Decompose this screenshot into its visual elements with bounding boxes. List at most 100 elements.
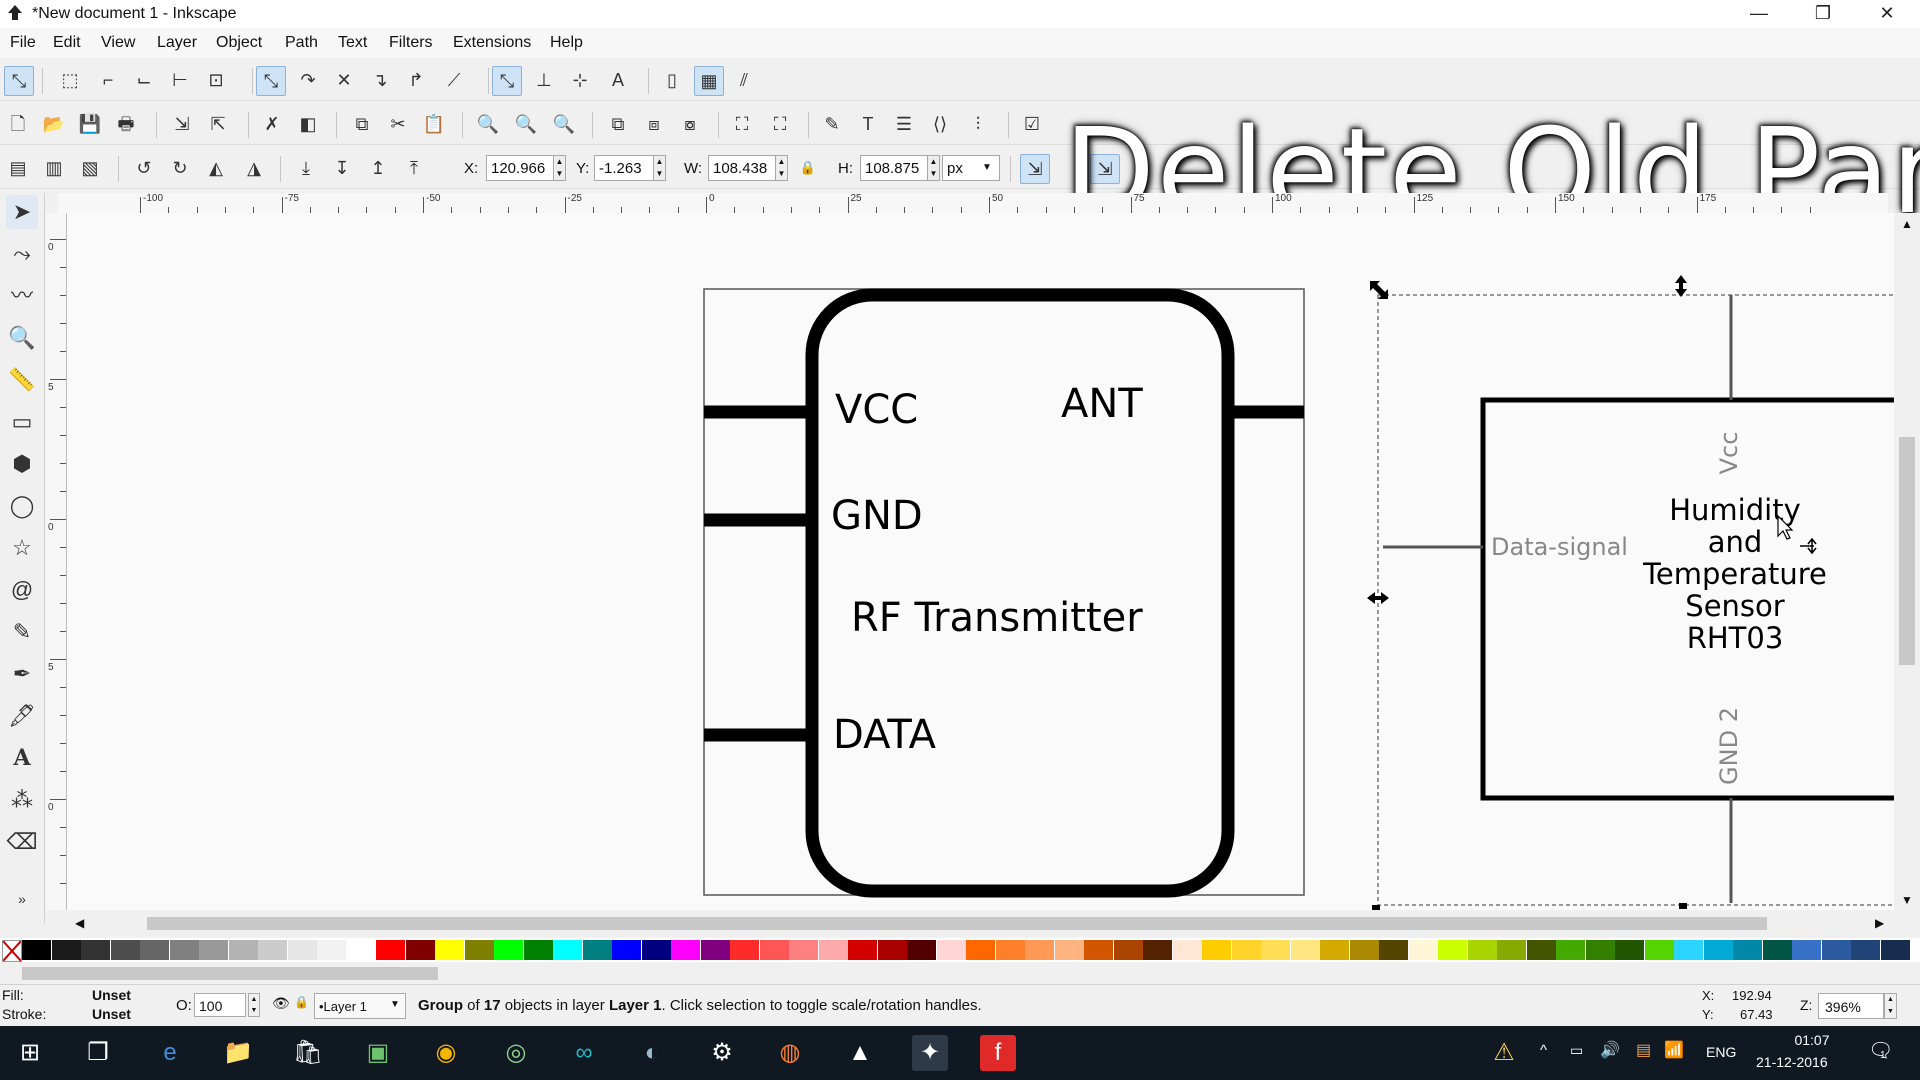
clock-time[interactable]: 01:07 [1782,1032,1842,1048]
color-swatch[interactable] [936,940,966,960]
star-tool-icon[interactable]: ☆ [6,531,38,565]
snap-text-baseline-icon[interactable]: A [604,66,632,94]
pen-tool-icon[interactable]: ✒ [6,657,38,691]
firefox-icon[interactable]: ◍ [772,1035,808,1071]
menu-filters[interactable]: Filters [389,34,433,52]
volume-icon[interactable]: 🔊 [1600,1040,1620,1060]
text-font-icon[interactable]: T [854,110,882,138]
lock-icon[interactable]: 🔒 [294,995,309,1009]
settings-icon[interactable]: ⚙ [704,1035,740,1071]
y-stepper[interactable]: ▲ ▼ [653,155,666,181]
arduino-icon[interactable]: ∞ [566,1035,602,1071]
select-all-layers-icon[interactable]: ▥ [40,154,68,182]
color-swatch[interactable] [759,940,789,960]
color-swatch[interactable] [1054,940,1084,960]
color-swatch[interactable] [1320,940,1349,960]
color-swatch[interactable] [1644,940,1674,960]
horizontal-scroll-thumb[interactable] [147,917,1767,930]
color-swatch[interactable] [1290,940,1320,960]
x-input[interactable]: 120.966 [486,155,554,181]
color-swatch[interactable] [1231,940,1261,960]
select-tool-icon[interactable]: ➤ [6,195,38,229]
text-tool-icon[interactable]: A [6,741,38,775]
zoom-input[interactable]: 396% [1818,993,1884,1019]
scroll-right-icon[interactable]: ▶ [1875,916,1884,930]
color-swatch[interactable] [1880,940,1910,960]
color-swatch[interactable] [1497,940,1526,960]
color-swatch[interactable] [1143,940,1172,960]
vertical-scrollbar[interactable]: ▲ ▼ [1894,213,1920,910]
snap-others-icon[interactable]: ⤡ [492,66,522,96]
color-swatch[interactable] [1851,940,1880,960]
show-hidden-icons-icon[interactable]: ^ [1540,1042,1547,1059]
scale-handle-icon[interactable] [1679,903,1687,909]
color-swatch[interactable] [464,940,494,960]
measure-tool-icon[interactable]: 📏 [6,363,38,397]
color-swatch[interactable] [405,940,435,960]
zoom-tool-icon[interactable]: 🔍 [6,321,38,355]
fill-value[interactable]: Unset [92,987,131,1003]
vertical-scroll-thumb[interactable] [1899,437,1915,665]
snap-bbox-corners-icon[interactable]: ⌙ [130,66,158,94]
color-swatch[interactable] [818,940,848,960]
color-swatch[interactable] [1084,940,1113,960]
h-input[interactable]: 108.875 [860,155,928,181]
color-swatch[interactable] [1202,940,1231,960]
scale-handle-icon[interactable] [1370,281,1388,299]
snap-nodes-icon[interactable]: ⤡ [256,66,286,96]
export-icon[interactable]: ⇱ [204,110,232,138]
paste-icon[interactable]: 📋 [420,110,448,138]
clone-icon[interactable]: ⧈ [640,110,668,138]
calligraphy-tool-icon[interactable]: 🖋 [6,699,38,733]
new-document-icon[interactable]: 🗋 [4,110,32,138]
duplicate-icon[interactable]: ⧉ [604,110,632,138]
inkscape-taskbar-icon[interactable]: ✦ [912,1035,948,1071]
scroll-down-icon[interactable]: ▼ [1901,893,1913,907]
file-explorer-icon[interactable]: 📁 [220,1035,256,1071]
layers-icon[interactable]: ☰ [890,110,918,138]
color-swatch[interactable] [1703,940,1733,960]
snap-cusp-nodes-icon[interactable]: ↴ [366,66,394,94]
warning-icon[interactable]: ⚠ [1486,1035,1522,1071]
tripadvisor-icon[interactable]: ◎ [498,1035,534,1071]
color-swatch[interactable] [966,940,995,960]
close-button[interactable]: ✕ [1856,0,1918,28]
color-swatch[interactable] [612,940,641,960]
rotate-ccw-icon[interactable]: ↺ [130,154,158,182]
snap-midpoints-icon[interactable]: ⟋ [440,66,468,94]
snap-bbox-centers-icon[interactable]: ⊡ [202,66,230,94]
more-tools-icon[interactable]: » [6,889,38,909]
color-swatch[interactable] [81,940,110,960]
edge-browser-icon[interactable]: e [152,1035,188,1071]
raise-to-top-icon[interactable]: ⤒ [400,154,428,182]
windows-start-icon[interactable]: ⊞ [12,1035,48,1071]
color-swatch[interactable] [1467,940,1497,960]
color-swatch[interactable] [641,940,671,960]
tray-app-icon[interactable]: ▤ [1636,1040,1651,1060]
color-swatch[interactable] [1025,940,1054,960]
color-swatch[interactable] [907,940,936,960]
rf-transmitter-group[interactable]: VCC ANT GND RF Transmitter DATA [703,288,1305,898]
w-stepper[interactable]: ▲ ▼ [775,155,788,181]
spray-tool-icon[interactable]: ⁂ [6,783,38,817]
ellipse-tool-icon[interactable]: ◯ [6,489,38,523]
color-swatch[interactable] [228,940,258,960]
snap-intersections-icon[interactable]: ✕ [330,66,358,94]
color-swatch[interactable] [1733,940,1762,960]
open-icon[interactable]: 📂 [40,110,68,138]
horizontal-scrollbar[interactable]: ◀ ▶ [67,910,1894,936]
drawing-canvas[interactable]: VCC ANT GND RF Transmitter DATA Vcc GND … [67,213,1894,910]
rotate-cw-icon[interactable]: ↻ [166,154,194,182]
menu-help[interactable]: Help [550,34,583,52]
color-swatch[interactable] [1556,940,1585,960]
y-input[interactable]: -1.263 [594,155,654,181]
menu-file[interactable]: File [10,34,36,52]
restore-button[interactable]: ❐ [1792,0,1854,28]
color-swatch[interactable] [258,940,287,960]
lower-icon[interactable]: ↧ [328,154,356,182]
color-swatch[interactable] [1438,940,1467,960]
unlink-clone-icon[interactable]: ⧇ [676,110,704,138]
ungroup-icon[interactable]: ⛶ [766,110,794,138]
snap-guides-icon[interactable]: ⫽ [730,66,758,94]
snap-bbox-icon[interactable]: ⬚ [56,66,84,94]
